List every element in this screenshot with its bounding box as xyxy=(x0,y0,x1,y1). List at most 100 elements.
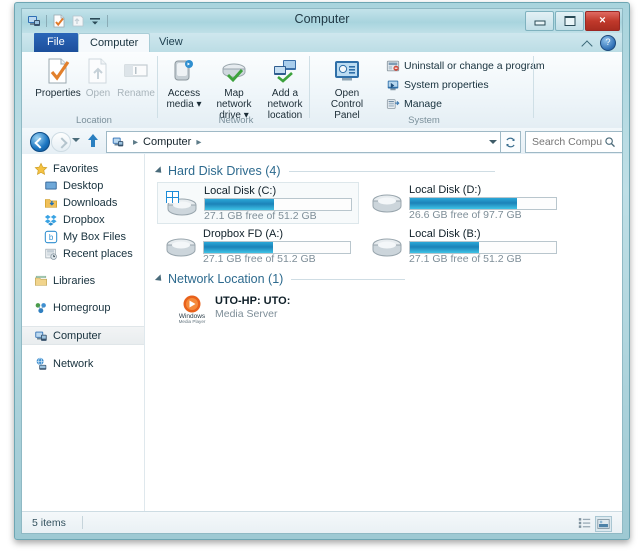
manage-item[interactable]: Manage xyxy=(386,96,442,112)
close-button[interactable]: × xyxy=(585,11,620,31)
drive-name: Local Disk (C:) xyxy=(204,185,277,197)
drive-name: Local Disk (D:) xyxy=(409,184,482,196)
details-view-button[interactable] xyxy=(577,516,592,530)
section-rule xyxy=(288,170,495,172)
breadcrumb-separator-1[interactable]: ▸ xyxy=(196,137,201,148)
recent-locations-button[interactable] xyxy=(72,138,80,142)
up-stem-icon xyxy=(91,140,95,147)
up-button[interactable] xyxy=(84,132,102,150)
recent-places-icon xyxy=(45,248,57,260)
map-network-drive-icon xyxy=(208,56,260,86)
chevron-down-icon[interactable] xyxy=(489,140,497,144)
network-item-subtitle: Media Server xyxy=(215,308,278,320)
uninstall-program-icon xyxy=(386,60,400,72)
drive-free-space: 26.6 GB free of 97.7 GB xyxy=(409,209,522,221)
item-count: 5 items xyxy=(32,517,66,529)
sidebar-item-downloads[interactable]: Downloads xyxy=(22,194,144,211)
sidebar-item-homegroup[interactable]: Homegroup xyxy=(22,299,144,316)
network-location-section-header: Network Location (1) xyxy=(154,272,405,286)
drive-free-space: 27.1 GB free of 51.2 GB xyxy=(203,253,316,265)
sidebar-item-computer[interactable]: Computer xyxy=(22,326,144,345)
collapse-triangle-icon[interactable] xyxy=(154,274,165,284)
tab-file[interactable]: File xyxy=(34,33,78,52)
dropbox-icon xyxy=(44,214,57,226)
tab-view[interactable]: View xyxy=(148,33,194,52)
ribbon-group-system-label: System xyxy=(408,115,440,126)
sidebar-item-libraries[interactable]: Libraries xyxy=(22,272,144,289)
network-item-uto-hp[interactable]: Windows Media Player UTO-HP: UTO: Media … xyxy=(157,292,357,326)
ribbon-group-system: Open Control Panel Uninstall or change a… xyxy=(314,52,562,128)
back-button[interactable] xyxy=(30,132,50,152)
sidebar-item-desktop[interactable]: Desktop xyxy=(22,177,144,194)
rename-button[interactable]: Rename xyxy=(108,56,164,99)
search-input[interactable] xyxy=(530,135,604,149)
status-bar: 5 items xyxy=(22,511,622,533)
network-icon xyxy=(36,357,47,370)
system-properties-item[interactable]: System properties xyxy=(386,77,489,93)
chevron-up-icon[interactable] xyxy=(581,37,594,50)
minimize-icon xyxy=(534,20,545,26)
maximize-button[interactable] xyxy=(555,11,584,31)
computer-icon xyxy=(112,137,124,147)
drive-item-local-disk-c[interactable]: Local Disk (C:) 27.1 GB free of 51.2 GB xyxy=(157,182,359,224)
breadcrumb-separator-0[interactable]: ▸ xyxy=(133,137,138,148)
large-icons-view-icon xyxy=(597,519,610,529)
sidebar-item-my-box-files[interactable]: b My Box Files xyxy=(22,228,144,245)
large-icons-view-button[interactable] xyxy=(595,516,612,532)
manage-icon xyxy=(386,99,400,109)
map-network-drive-button[interactable]: Map network drive ▾ xyxy=(208,56,260,121)
ribbon-group-network: Access media ▾ Map network drive ▾ Add a… xyxy=(162,52,310,128)
homegroup-icon xyxy=(35,302,46,313)
uninstall-program-item[interactable]: Uninstall or change a program xyxy=(386,58,545,74)
tab-computer[interactable]: Computer xyxy=(78,33,151,53)
breadcrumb-item-computer[interactable]: Computer xyxy=(143,136,191,148)
search-icon[interactable] xyxy=(604,136,616,148)
sidebar-item-label: Downloads xyxy=(63,196,118,209)
minimize-button[interactable] xyxy=(525,11,554,31)
rename-label: Rename xyxy=(117,88,155,99)
add-network-location-icon xyxy=(260,56,310,86)
sidebar-item-favorites[interactable]: Favorites xyxy=(22,160,144,177)
open-control-panel-button[interactable]: Open Control Panel xyxy=(318,56,376,121)
search-box[interactable] xyxy=(525,131,622,153)
collapse-triangle-icon[interactable] xyxy=(154,166,165,176)
drive-item-dropbox-fd-a[interactable]: Dropbox FD (A:) 27.1 GB free of 51.2 GB xyxy=(157,226,357,266)
ribbon-group-location: Properties Open Rename Location xyxy=(30,52,158,128)
help-icon[interactable]: ? xyxy=(600,35,616,51)
sidebar-item-label: Libraries xyxy=(53,274,96,287)
access-media-button[interactable]: Access media ▾ xyxy=(162,56,206,110)
close-icon: × xyxy=(599,14,606,27)
add-network-location-button[interactable]: Add a network location xyxy=(260,56,310,121)
svg-text:Media Player: Media Player xyxy=(179,319,206,324)
section-title: Network Location (1) xyxy=(168,272,284,286)
file-list-pane: Hard Disk Drives (4) Local Disk (C:) 27.… xyxy=(145,154,622,511)
drive-free-space: 27.1 GB free of 51.2 GB xyxy=(204,210,317,222)
refresh-button[interactable] xyxy=(500,131,521,153)
drive-free-space: 27.1 GB free of 51.2 GB xyxy=(409,253,522,265)
drive-item-local-disk-b[interactable]: Local Disk (B:) 27.1 GB free of 51.2 GB xyxy=(363,226,563,266)
forward-button[interactable] xyxy=(51,132,71,152)
hard-drive-icon xyxy=(372,238,402,257)
sidebar-item-dropbox[interactable]: Dropbox xyxy=(22,211,144,228)
ribbon-tab-strip: File Computer View ? xyxy=(22,33,622,53)
group-divider xyxy=(157,56,158,118)
network-item-title: UTO-HP: UTO: xyxy=(215,295,291,307)
capacity-bar-fill xyxy=(410,198,517,209)
sidebar-item-label: Computer xyxy=(53,329,102,342)
sidebar-item-network[interactable]: Network xyxy=(22,355,144,372)
sidebar-item-recent-places[interactable]: Recent places xyxy=(22,245,144,262)
section-title: Hard Disk Drives (4) xyxy=(168,164,281,178)
libraries-icon xyxy=(35,275,47,286)
breadcrumb[interactable]: ▸ Computer ▸ xyxy=(106,131,504,153)
drive-item-local-disk-d[interactable]: Local Disk (D:) 26.6 GB free of 97.7 GB xyxy=(363,182,563,222)
computer-icon xyxy=(35,331,47,341)
drive-name: Local Disk (B:) xyxy=(409,228,481,240)
refresh-icon xyxy=(506,137,515,147)
svg-text:b: b xyxy=(49,233,54,242)
uninstall-program-label: Uninstall or change a program xyxy=(404,60,545,72)
section-rule xyxy=(291,278,405,280)
hard-drive-icon xyxy=(166,238,196,257)
explorer-window: Computer × File Computer View ? Properti… xyxy=(14,2,630,540)
